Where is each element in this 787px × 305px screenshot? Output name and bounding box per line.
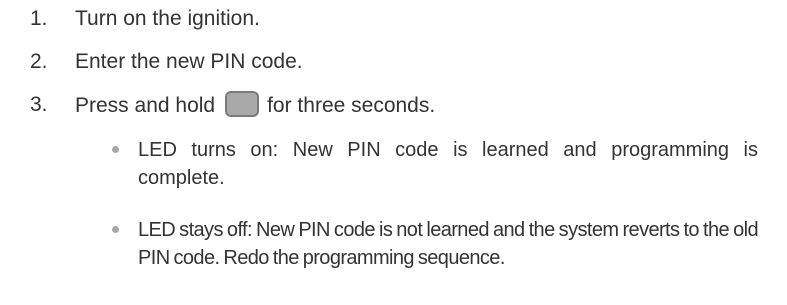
step-text-after-icon: for three seconds.: [267, 94, 436, 117]
bullet-dot-icon: [112, 146, 119, 153]
outcome-text: LED stays off: New PIN code is not learn…: [138, 219, 759, 269]
bullet-dot-icon: [112, 226, 119, 233]
step-text: Enter the new PIN code.: [75, 50, 303, 73]
rounded-square-key-icon: [225, 91, 260, 117]
step-number: 2.: [30, 50, 48, 73]
step-number: 1.: [30, 7, 48, 30]
step-text-with-icon: Press and hold for three seconds.: [75, 91, 435, 120]
step-text: Turn on the ignition.: [75, 7, 260, 30]
outcome-text: LED turns on: New PIN code is learned an…: [138, 139, 758, 189]
step-number: 3.: [30, 93, 48, 116]
instruction-document: 1. Turn on the ignition. 2. Enter the ne…: [0, 0, 787, 305]
step-text-before-icon: Press and hold: [75, 94, 216, 117]
